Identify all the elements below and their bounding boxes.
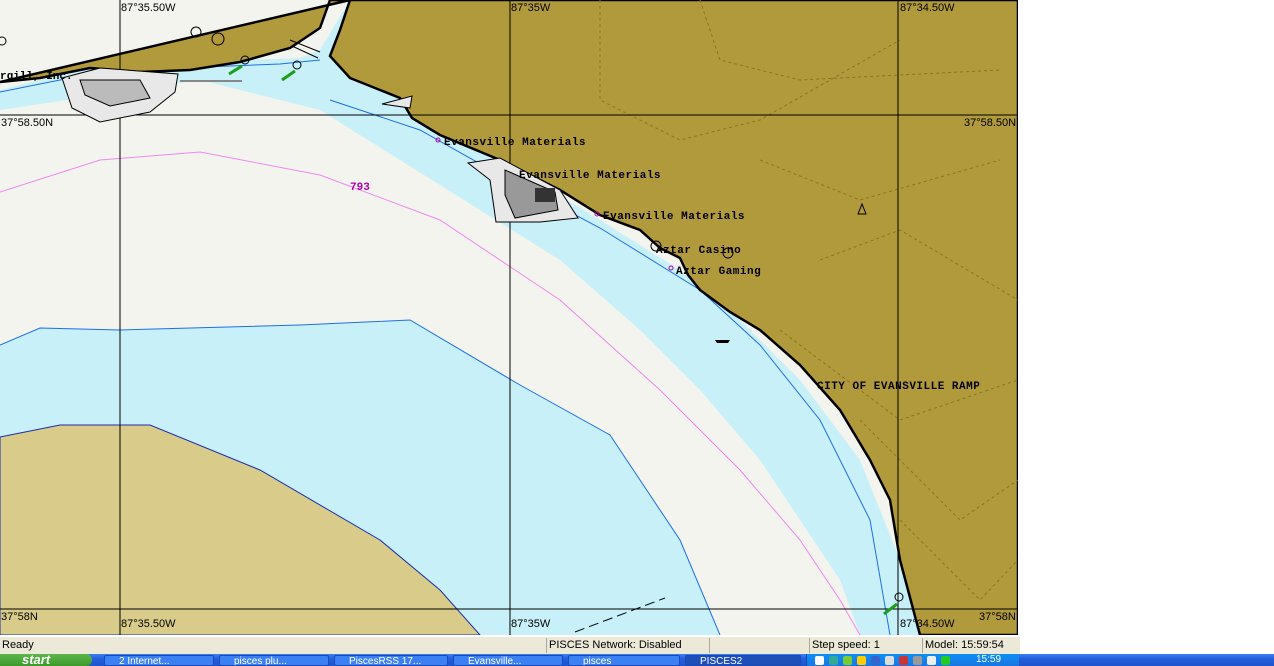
depth-label: 793 — [350, 182, 370, 194]
evansville-materials-label-2: Evansville Materials — [519, 170, 662, 182]
taskbar-item-4[interactable]: Evansville... — [453, 655, 563, 666]
evansville-materials-label-1: Evansville Materials — [444, 137, 587, 149]
longitude-label-top-right: 87°34.50W — [900, 2, 955, 14]
latitude-label-lower-left: 37°58N — [1, 611, 38, 623]
status-network: PISCES Network: Disabled — [546, 638, 709, 653]
windows-taskbar: start 2 Internet... pisces plu... Pisces… — [0, 654, 1274, 666]
grey-underline — [180, 80, 242, 82]
taskbar-item-5[interactable]: pisces — [568, 655, 680, 666]
longitude-label-bottom-mid: 87°35W — [511, 618, 551, 630]
status-step-speed: Step speed: 1 — [809, 638, 922, 653]
tray-icon-6[interactable] — [885, 656, 894, 665]
status-ready: Ready — [2, 639, 34, 651]
aztar-casino-label: Aztar Casino — [656, 245, 742, 257]
longitude-label-bottom-left: 87°35.50W — [121, 618, 176, 630]
taskbar-clock[interactable]: 15:59 — [976, 654, 1001, 666]
taskbar-item-2[interactable]: pisces plu... — [219, 655, 329, 666]
longitude-label-bottom-right: 87°34.50W — [900, 618, 955, 630]
tray-icon-4[interactable] — [857, 656, 866, 665]
status-model-time: Model: 15:59:54 — [922, 638, 1021, 653]
taskbar-item-1[interactable]: 2 Internet... — [104, 655, 214, 666]
latitude-label-upper-right: 37°58.50N — [964, 117, 1017, 129]
longitude-label-top-mid: 87°35W — [511, 2, 551, 14]
aztar-gaming-label: Aztar Gaming — [676, 266, 762, 278]
chart-canvas[interactable] — [0, 0, 1018, 635]
tray-icon-10[interactable] — [941, 656, 950, 665]
tray-icon-2[interactable] — [829, 656, 838, 665]
tray-icon-7[interactable] — [899, 656, 908, 665]
tray-icon-9[interactable] — [927, 656, 936, 665]
cargill-label: rgill, Inc. — [0, 71, 73, 83]
status-empty — [709, 638, 810, 653]
start-button[interactable]: start — [0, 654, 92, 666]
longitude-label-top-left: 87°35.50W — [121, 2, 176, 14]
tray-icon-1[interactable] — [815, 656, 824, 665]
city-ramp-label: CITY OF EVANSVILLE RAMP — [817, 381, 981, 393]
vessel-symbol — [715, 340, 730, 343]
taskbar-item-3[interactable]: PiscesRSS 17... — [334, 655, 448, 666]
status-bar: Ready PISCES Network: Disabled Step spee… — [0, 636, 1020, 655]
tray-icon-8[interactable] — [913, 656, 922, 665]
evansville-materials-label-3: Evansville Materials — [603, 211, 746, 223]
tray-icon-3[interactable] — [843, 656, 852, 665]
latitude-label-lower-right: 37°58N — [979, 611, 1016, 623]
latitude-label-upper-left: 37°58.50N — [1, 117, 54, 129]
tray-icon-5[interactable] — [871, 656, 880, 665]
nautical-chart[interactable]: 87°35.50W 87°35W 87°34.50W 87°35.50W 87°… — [0, 0, 1018, 635]
taskbar-item-6[interactable]: PISCES2 — [685, 655, 801, 666]
